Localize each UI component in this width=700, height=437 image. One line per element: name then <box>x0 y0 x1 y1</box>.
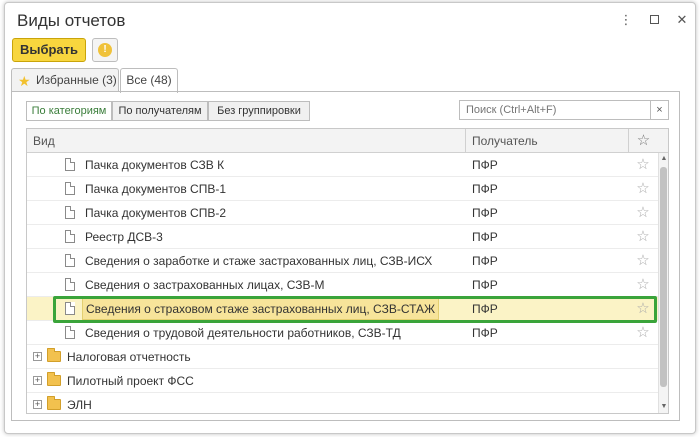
folder-icon <box>47 396 61 410</box>
document-icon <box>65 278 75 291</box>
document-icon <box>65 302 75 315</box>
row-recipient: ПФР <box>472 278 498 292</box>
row-name: Сведения о трудовой деятельности работни… <box>85 326 401 340</box>
table-row[interactable]: Сведения о трудовой деятельности работни… <box>27 321 658 345</box>
folder-icon <box>47 348 61 362</box>
row-name: Пачка документов СПВ-2 <box>85 206 226 220</box>
row-recipient: ПФР <box>472 230 498 244</box>
column-header-favorite[interactable]: ☆ <box>628 129 658 153</box>
expand-icon[interactable]: + <box>33 400 42 409</box>
folder-name: Пилотный проект ФСС <box>67 374 194 388</box>
row-recipient: ПФР <box>472 158 498 172</box>
table-row[interactable]: Сведения о застрахованных лицах, СЗВ-М П… <box>27 273 658 297</box>
window-title: Виды отчетов <box>17 11 126 30</box>
vertical-scrollbar[interactable]: ▲ ▼ <box>658 153 668 413</box>
group-by-recipient-button[interactable]: По получателям <box>112 101 208 121</box>
table-row[interactable]: Пачка документов СПВ-1 ПФР ☆ <box>27 177 658 201</box>
document-icon <box>65 326 75 339</box>
folder-row[interactable]: + Налоговая отчетность <box>27 345 658 369</box>
search-input[interactable] <box>459 100 651 120</box>
table-header: Вид Получатель ☆ <box>27 129 668 153</box>
favorite-star-icon[interactable]: ☆ <box>632 321 654 345</box>
folder-icon <box>47 372 61 386</box>
row-name: Сведения о заработке и стаже застрахован… <box>85 254 433 268</box>
scroll-up-arrow-icon[interactable]: ▲ <box>659 153 668 165</box>
expand-icon[interactable]: + <box>33 352 42 361</box>
folder-row[interactable]: + Пилотный проект ФСС <box>27 369 658 393</box>
row-name: Сведения о застрахованных лицах, СЗВ-М <box>85 278 325 292</box>
favorite-star-icon[interactable]: ☆ <box>632 201 654 225</box>
tab-favorites[interactable]: ★ Избранные (3) <box>11 68 119 92</box>
column-header-type[interactable]: Вид <box>27 129 465 153</box>
favorite-star-icon[interactable]: ☆ <box>632 177 654 201</box>
table-row[interactable]: Пачка документов СЗВ К ПФР ☆ <box>27 153 658 177</box>
expand-icon[interactable]: + <box>33 376 42 385</box>
close-icon[interactable]: ✕ <box>675 13 689 27</box>
favorite-star-icon[interactable]: ☆ <box>632 297 654 321</box>
row-recipient: ПФР <box>472 326 498 340</box>
report-types-table: Вид Получатель ☆ Пачка документов СЗВ К … <box>26 128 669 414</box>
group-by-category-button[interactable]: По категориям <box>26 101 112 121</box>
no-grouping-button[interactable]: Без группировки <box>208 101 310 121</box>
clear-search-button[interactable]: × <box>651 100 669 120</box>
table-row[interactable]: Сведения о заработке и стаже застрахован… <box>27 249 658 273</box>
row-name: Реестр ДСВ-3 <box>85 230 163 244</box>
maximize-icon[interactable] <box>648 13 662 27</box>
document-icon <box>65 230 75 243</box>
folder-name: ЭЛН <box>67 398 92 412</box>
tab-favorites-label: Избранные (3) <box>36 73 117 87</box>
favorite-star-icon[interactable]: ☆ <box>632 153 654 177</box>
folder-name: Налоговая отчетность <box>67 350 191 364</box>
row-recipient: ПФР <box>472 254 498 268</box>
table-row[interactable]: Пачка документов СПВ-2 ПФР ☆ <box>27 201 658 225</box>
select-button[interactable]: Выбрать <box>12 38 86 62</box>
vertical-ellipsis-icon[interactable]: ⋮ <box>619 13 633 27</box>
table-row-selected[interactable]: Сведения о страховом стаже застрахованны… <box>27 297 658 321</box>
favorite-star-icon[interactable]: ☆ <box>632 273 654 297</box>
favorite-star-icon[interactable]: ☆ <box>632 225 654 249</box>
scrollbar-thumb[interactable] <box>660 167 667 387</box>
row-recipient: ПФР <box>472 182 498 196</box>
row-name: Сведения о страховом стаже застрахованны… <box>82 298 440 320</box>
row-recipient: ПФР <box>472 302 498 316</box>
tab-all[interactable]: Все (48) <box>120 68 178 93</box>
table-row[interactable]: Реестр ДСВ-3 ПФР ☆ <box>27 225 658 249</box>
row-recipient: ПФР <box>472 206 498 220</box>
star-icon: ★ <box>18 73 31 89</box>
tab-all-label: Все (48) <box>126 73 172 87</box>
document-icon <box>65 254 75 267</box>
document-icon <box>65 158 75 171</box>
info-button[interactable]: ! <box>92 38 118 62</box>
column-header-recipient[interactable]: Получатель <box>465 129 628 153</box>
document-icon <box>65 182 75 195</box>
row-name: Пачка документов СЗВ К <box>85 158 225 172</box>
row-name: Пачка документов СПВ-1 <box>85 182 226 196</box>
info-icon: ! <box>98 43 112 57</box>
favorite-star-icon[interactable]: ☆ <box>632 249 654 273</box>
scroll-down-arrow-icon[interactable]: ▼ <box>659 401 668 413</box>
folder-row[interactable]: + ЭЛН <box>27 393 658 413</box>
document-icon <box>65 206 75 219</box>
